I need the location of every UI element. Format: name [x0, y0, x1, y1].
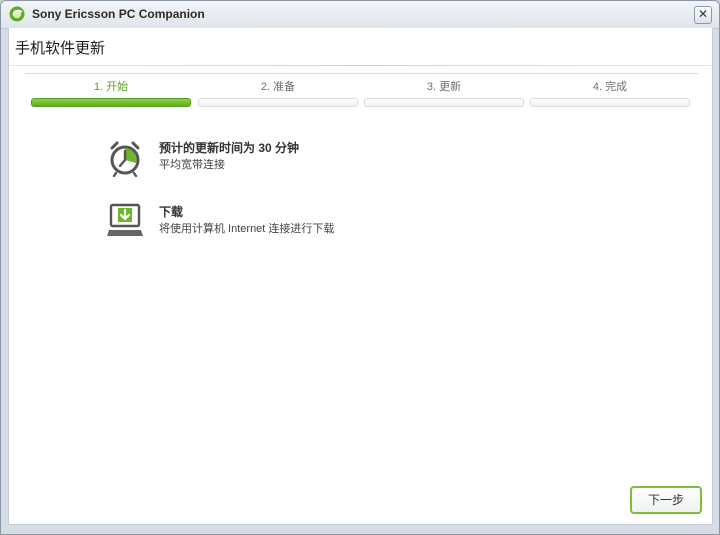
- step-update: 3. 更新: [364, 78, 524, 107]
- step-label: 3. 更新: [426, 81, 462, 93]
- dialog-content: 手机软件更新 1. 开始 2. 准备 3. 更新 4. 完成 预计的更新时间为 …: [8, 28, 713, 525]
- step-label: 2. 准备: [260, 81, 296, 93]
- step-progress-bar: [31, 98, 191, 107]
- app-window: Sony Ericsson PC Companion ✕ 手机软件更新 1. 开…: [0, 0, 720, 535]
- steps-top-line: [25, 73, 698, 74]
- alarm-clock-icon: [110, 141, 140, 177]
- title-bar[interactable]: Sony Ericsson PC Companion ✕: [1, 1, 719, 29]
- window-title: Sony Ericsson PC Companion: [32, 7, 205, 21]
- step-prepare: 2. 准备: [198, 78, 358, 107]
- estimated-time-heading: 预计的更新时间为 30 分钟: [159, 141, 300, 155]
- laptop-download-icon: [107, 203, 143, 236]
- step-label: 4. 完成: [592, 81, 628, 93]
- step-finish: 4. 完成: [530, 78, 690, 107]
- close-button[interactable]: ✕: [694, 6, 712, 24]
- dialog-title: 手机软件更新: [15, 40, 106, 57]
- estimated-time-subtitle: 平均宽带连接: [159, 159, 225, 171]
- title-divider: [9, 65, 712, 66]
- download-subtitle: 将使用计算机 Internet 连接进行下载: [159, 223, 335, 235]
- step-progress-bar: [364, 98, 524, 107]
- step-progress-bar: [530, 98, 690, 107]
- step-label: 1. 开始: [93, 81, 129, 93]
- download-heading: 下载: [159, 205, 184, 219]
- next-button[interactable]: 下一步: [630, 486, 702, 514]
- sony-ericsson-logo-icon: [9, 6, 25, 22]
- step-progress-bar: [198, 98, 358, 107]
- step-start: 1. 开始: [31, 78, 191, 107]
